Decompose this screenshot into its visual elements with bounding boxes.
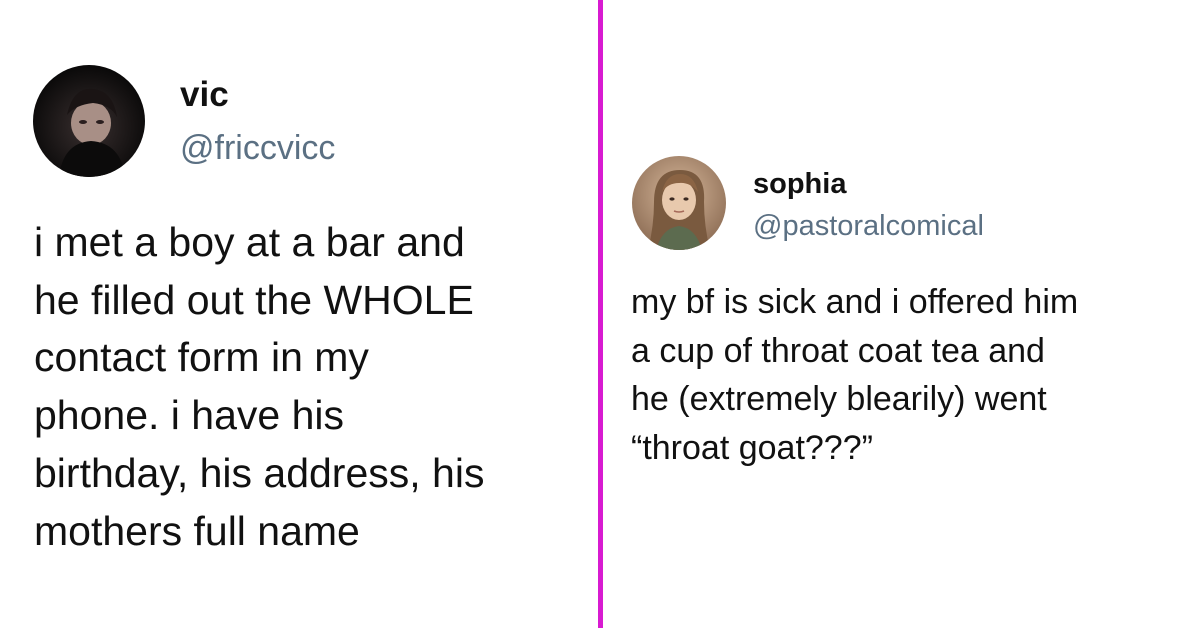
tweet-text-line: contact form in my	[34, 334, 369, 381]
user-handle[interactable]: @friccvicc	[180, 127, 335, 169]
tweet-card-left: vic @friccvicc i met a boy at a bar and …	[0, 0, 598, 628]
tweet-text-line: mothers full name	[34, 507, 360, 554]
avatar-sophia[interactable]	[632, 156, 726, 250]
avatar-sophia-image	[632, 156, 726, 250]
tweet-text-line: “throat goat???”	[631, 428, 873, 467]
avatar-vic-image	[33, 65, 145, 177]
tweet-text-line: birthday, his address, his	[34, 449, 485, 496]
tweet-text-line: he (extremely blearily) went	[631, 380, 1047, 418]
tweet-text-line: a cup of throat coat tea and	[631, 331, 1045, 370]
user-handle[interactable]: @pastoralcomical	[753, 208, 984, 244]
display-name[interactable]: vic	[180, 74, 229, 116]
tweet-text-line: my bf is sick and i offered him	[631, 283, 1079, 321]
tweet-text-line: phone. i have his	[34, 392, 345, 439]
avatar-vic[interactable]	[33, 65, 145, 177]
tweet-text: my bf is sick and i offered him a cup of…	[631, 278, 1078, 472]
tweet-text-line: he filled out the WHOLE	[34, 276, 474, 323]
display-name[interactable]: sophia	[753, 166, 846, 202]
tweet-text-line: i met a boy at a bar and	[34, 219, 465, 265]
tweet-card-right: sophia @pastoralcomical my bf is sick an…	[603, 0, 1200, 628]
tweet-text: i met a boy at a bar and he filled out t…	[34, 214, 484, 560]
